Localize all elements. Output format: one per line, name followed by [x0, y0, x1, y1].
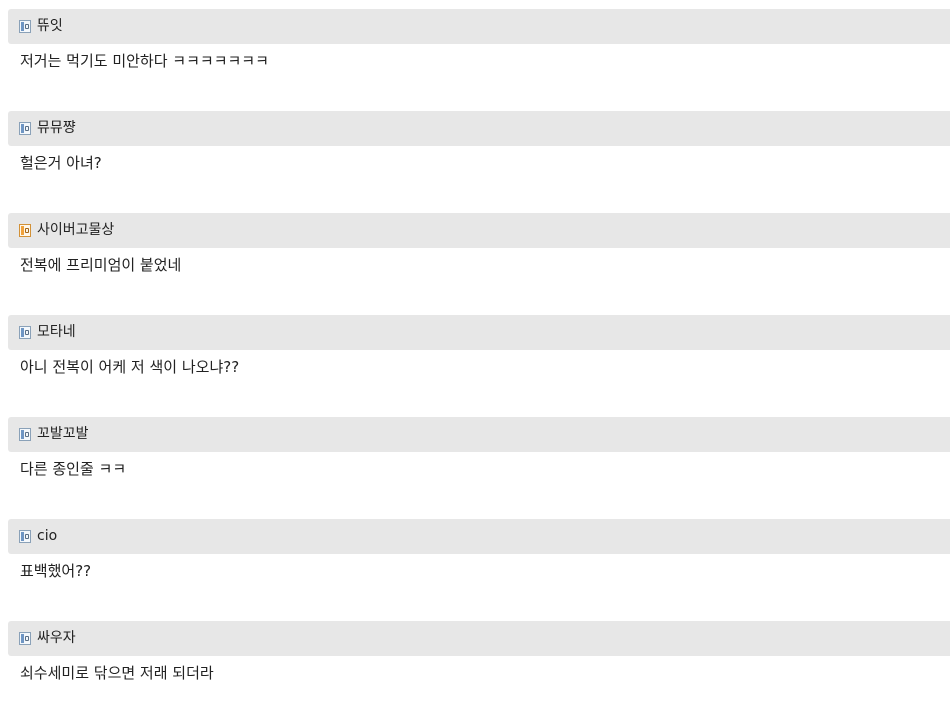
comment-text: 다른 종인줄 ㅋㅋ	[20, 460, 127, 478]
comment-item: 뮤뮤쨩 헐은거 아녀?	[8, 111, 950, 213]
comment-list: 뜌잇 저거는 먹기도 미안하다 ㅋㅋㅋㅋㅋㅋㅋ 뮤뮤쨩 헐은거 아녀? 사이버고…	[8, 9, 950, 723]
comment-header: 뜌잇	[8, 9, 950, 44]
comment-author[interactable]: cio	[37, 519, 57, 554]
comment-item: 싸우자 쇠수세미로 닦으면 저래 되더라	[8, 621, 950, 723]
level-badge-icon	[19, 326, 31, 339]
comment-item: 사이버고물상 전복에 프리미엄이 붙었네	[8, 213, 950, 315]
level-badge-icon	[19, 20, 31, 33]
comment-item: cio 표백했어??	[8, 519, 950, 621]
comment-item: 모타네 아니 전복이 어케 저 색이 나오냐??	[8, 315, 950, 417]
comment-text: 쇠수세미로 닦으면 저래 되더라	[20, 664, 214, 682]
level-badge-icon	[19, 122, 31, 135]
level-badge-icon	[19, 224, 31, 237]
comment-author[interactable]: 모타네	[37, 315, 76, 350]
comment-author[interactable]: 꼬발꼬발	[37, 417, 89, 452]
comment-header: 사이버고물상	[8, 213, 950, 248]
comment-item: 뜌잇 저거는 먹기도 미안하다 ㅋㅋㅋㅋㅋㅋㅋ	[8, 9, 950, 111]
level-badge-icon	[19, 530, 31, 543]
comment-item: 꼬발꼬발 다른 종인줄 ㅋㅋ	[8, 417, 950, 519]
comment-header: 모타네	[8, 315, 950, 350]
comment-author[interactable]: 뜌잇	[37, 9, 63, 44]
comment-text: 표백했어??	[20, 562, 92, 580]
comment-header: cio	[8, 519, 950, 554]
comment-header: 꼬발꼬발	[8, 417, 950, 452]
comment-author[interactable]: 싸우자	[37, 621, 76, 656]
comment-author[interactable]: 사이버고물상	[37, 213, 114, 248]
level-badge-icon	[19, 428, 31, 441]
comment-text: 저거는 먹기도 미안하다 ㅋㅋㅋㅋㅋㅋㅋ	[20, 52, 269, 70]
comment-text: 전복에 프리미엄이 붙었네	[20, 256, 182, 274]
comment-text: 아니 전복이 어케 저 색이 나오냐??	[20, 358, 240, 376]
comment-header: 뮤뮤쨩	[8, 111, 950, 146]
comment-text: 헐은거 아녀?	[20, 154, 102, 172]
level-badge-icon	[19, 632, 31, 645]
comment-author[interactable]: 뮤뮤쨩	[37, 111, 76, 146]
comment-header: 싸우자	[8, 621, 950, 656]
